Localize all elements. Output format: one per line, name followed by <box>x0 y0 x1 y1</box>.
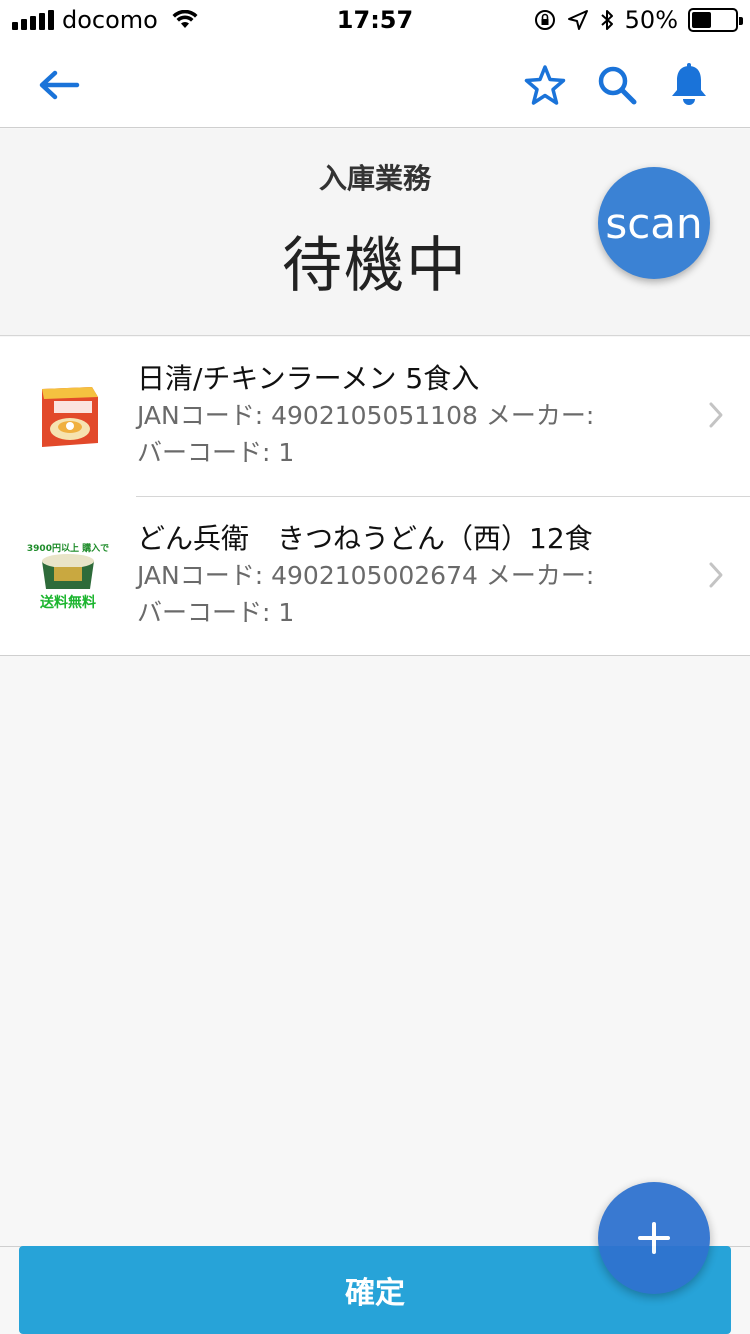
add-button[interactable] <box>598 1182 710 1294</box>
status-bar: docomo 17:57 50% <box>0 0 750 40</box>
search-button[interactable] <box>592 60 642 110</box>
star-icon <box>524 65 566 105</box>
status-right: 50% <box>533 6 743 34</box>
chevron-right-icon <box>709 402 723 428</box>
svg-text:送料無料: 送料無料 <box>39 594 96 611</box>
back-button[interactable] <box>34 60 84 110</box>
favorite-button[interactable] <box>520 60 570 110</box>
location-icon <box>567 10 588 30</box>
nav-bar <box>0 40 750 128</box>
item-jan-line: JANコード: 4902105051108 メーカー: <box>137 401 595 430</box>
chevron-right-icon <box>709 562 723 588</box>
battery-fill <box>692 12 711 28</box>
rotation-lock-icon <box>534 10 555 30</box>
item-texts: 日清/チキンラーメン 5食入 JANコード: 4902105051108 メーカ… <box>137 361 670 471</box>
svg-text:3900円以上 購入で: 3900円以上 購入で <box>27 542 109 554</box>
bell-icon <box>672 63 706 105</box>
product-image <box>42 387 98 447</box>
item-barcode-line: バーコード: 1 <box>137 598 295 627</box>
plus-icon <box>638 1222 670 1254</box>
back-arrow-icon <box>39 70 80 100</box>
item-title: どん兵衛 きつねうどん（西）12食 <box>137 522 593 555</box>
battery-icon <box>688 8 743 32</box>
scan-button[interactable]: scan <box>598 167 710 279</box>
screen: docomo 17:57 50% 入庫業務 待機中 scan 日清/チキンラーメ… <box>0 0 750 1334</box>
battery-percent: 50% <box>624 6 678 34</box>
list-item[interactable]: 3900円以上 購入で 送料無料 どん兵衛 きつねうどん（西）12食 JANコー… <box>0 497 750 655</box>
list-item[interactable]: 日清/チキンラーメン 5食入 JANコード: 4902105051108 メーカ… <box>0 337 750 497</box>
notification-button[interactable] <box>664 60 714 110</box>
item-title: 日清/チキンラーメン 5食入 <box>137 362 480 395</box>
bluetooth-icon <box>600 10 613 30</box>
product-image: 3900円以上 購入で 送料無料 <box>26 542 110 611</box>
search-icon <box>598 66 637 105</box>
item-list: 日清/チキンラーメン 5食入 JANコード: 4902105051108 メーカ… <box>0 337 750 656</box>
item-barcode-line: バーコード: 1 <box>137 438 295 467</box>
item-texts: どん兵衛 きつねうどん（西）12食 JANコード: 4902105002674 … <box>137 521 670 631</box>
header-area: 入庫業務 待機中 scan <box>0 129 750 336</box>
item-jan-line: JANコード: 4902105002674 メーカー: <box>137 561 595 590</box>
